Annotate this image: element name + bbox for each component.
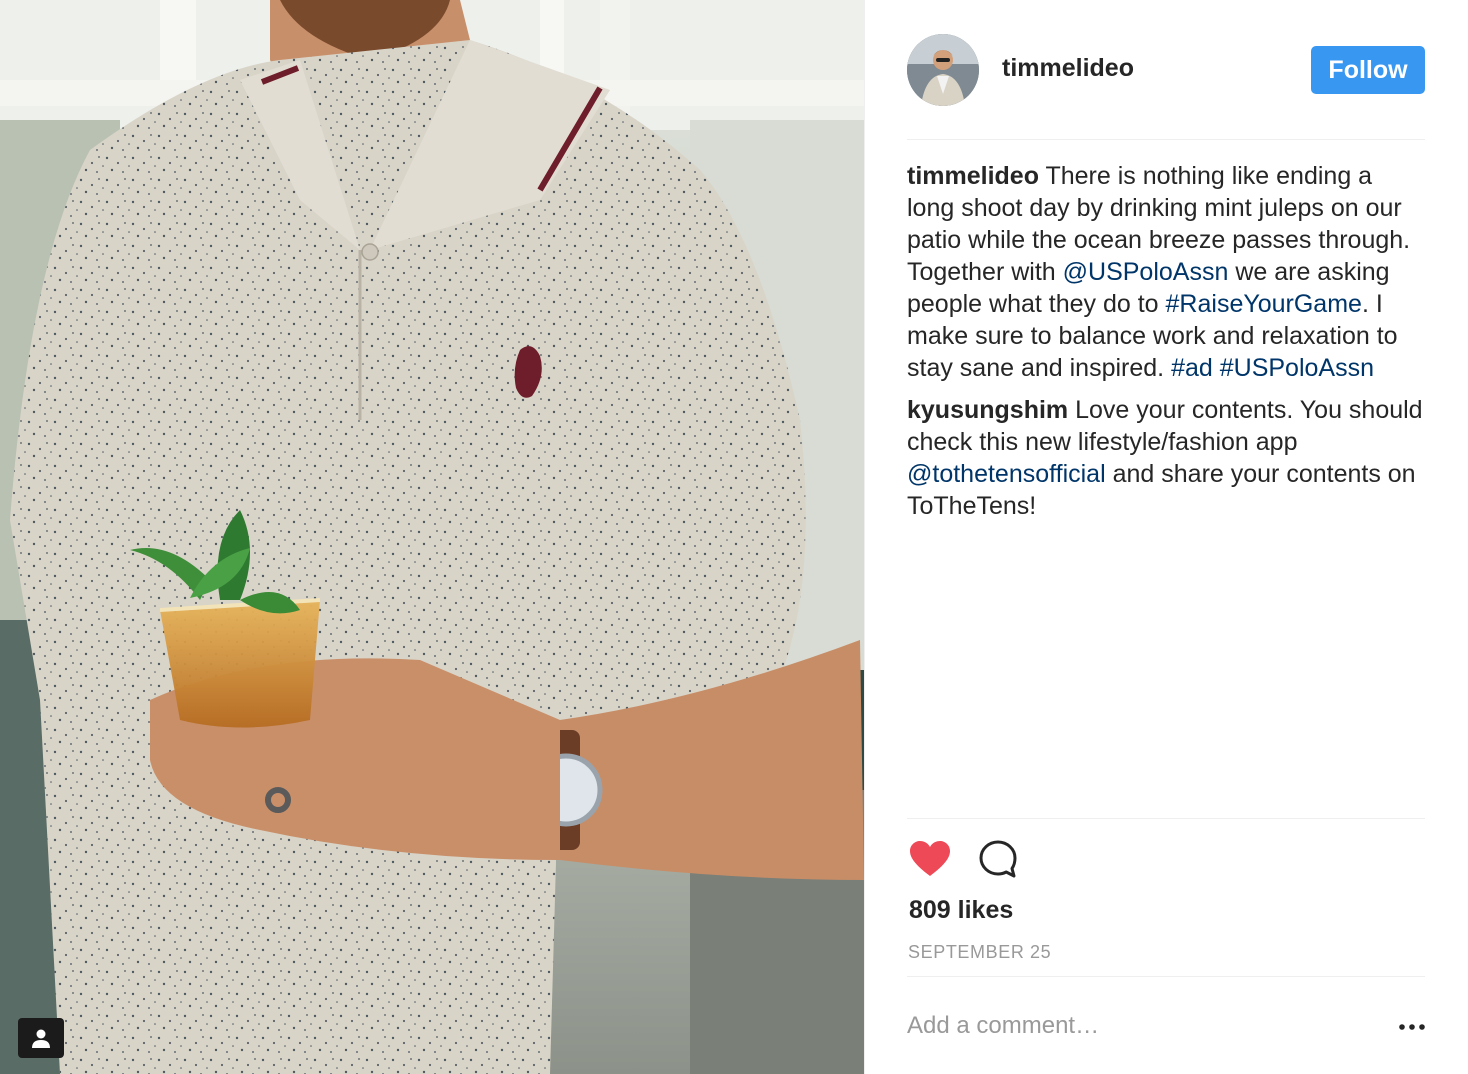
heart-icon [910,841,950,876]
more-options-icon [1399,1024,1425,1030]
user-tag-button[interactable] [18,1018,64,1058]
avatar[interactable] [907,34,979,106]
comment-icon [979,840,1017,878]
post-details-panel: timmelideo Follow timmelideo There is no… [864,0,1468,1074]
mention-link[interactable]: @USPoloAssn [1063,258,1229,286]
comment-item: kyusungshim Love your contents. You shou… [907,394,1425,522]
comments-list: timmelideo There is nothing like ending … [907,160,1425,532]
like-button[interactable] [907,836,953,882]
header-divider [907,139,1425,140]
hashtag-link[interactable]: #ad [1171,354,1213,382]
follow-button[interactable]: Follow [1311,46,1425,94]
post-author-username[interactable]: timmelideo [1002,54,1134,83]
footer-divider [907,976,1425,977]
hashtag-link[interactable]: #USPoloAssn [1220,354,1374,382]
likes-count[interactable]: 809 likes [909,896,1013,925]
post-date[interactable]: SEPTEMBER 25 [908,942,1051,963]
comment-author[interactable]: kyusungshim [907,396,1068,424]
comment-button[interactable] [975,836,1021,882]
comments-divider [907,818,1425,819]
post-photo[interactable] [0,0,864,1074]
hashtag-link[interactable]: #RaiseYourGame [1166,290,1362,318]
more-options-button[interactable] [1395,1014,1429,1040]
comment-author[interactable]: timmelideo [907,162,1039,190]
comment-text [1213,354,1220,382]
post-header: timmelideo Follow [907,34,1425,106]
comment-item: timmelideo There is nothing like ending … [907,160,1425,384]
add-comment-input[interactable] [907,1008,1327,1044]
action-bar [907,836,1425,882]
user-tag-icon [32,1029,50,1048]
avatar-image [907,34,979,106]
photo-image [0,0,864,1074]
mention-link[interactable]: @tothetensofficial [907,460,1106,488]
